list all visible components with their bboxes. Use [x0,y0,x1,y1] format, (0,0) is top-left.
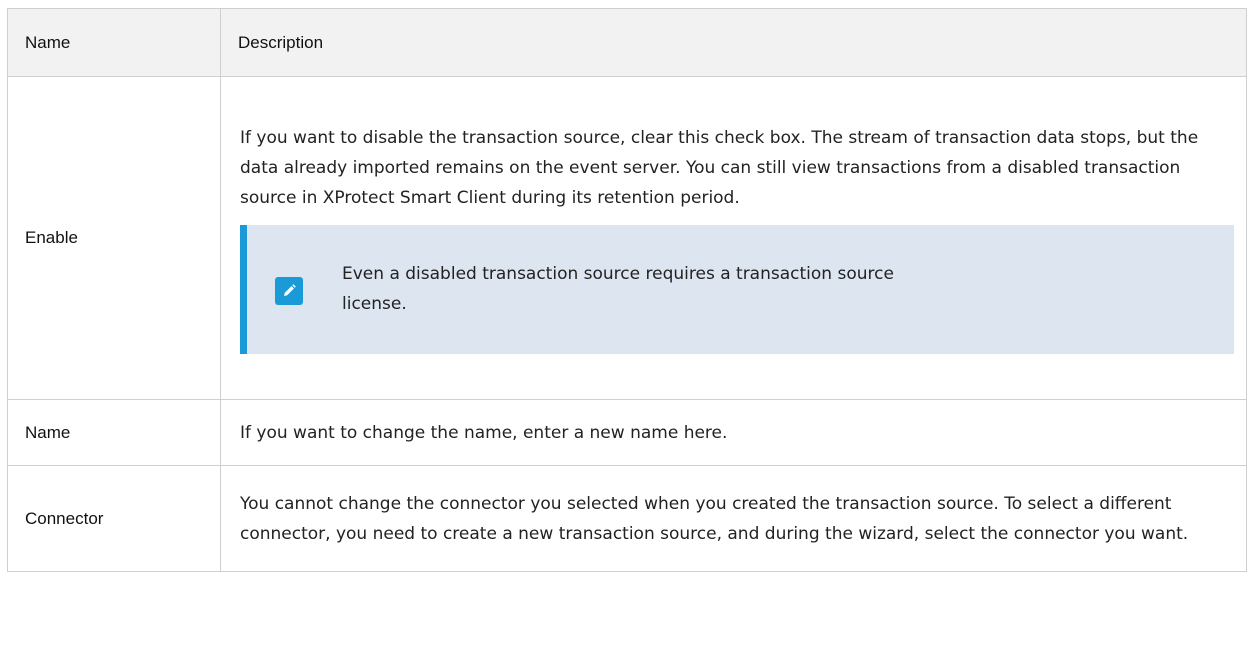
table-row: Connector You cannot change the connecto… [7,465,1247,572]
note-text: Even a disabled transaction source requi… [342,264,894,314]
property-description-connector: You cannot change the connector you sele… [220,465,1247,572]
property-name-connector: Connector [7,465,221,572]
column-header-description: Description [220,8,1247,77]
property-name-enable: Enable [7,76,221,400]
table-row: Enable If you want to disable the transa… [7,76,1247,400]
property-name-name: Name [7,399,221,466]
property-description-name: If you want to change the name, enter a … [220,399,1247,466]
table-row: Name If you want to change the name, ent… [7,399,1247,466]
column-header-name: Name [7,8,221,77]
pencil-icon [275,276,303,305]
table-header-row: Name Description [7,8,1247,77]
property-description-enable: If you want to disable the transaction s… [220,76,1247,400]
properties-table: Name Description Enable If you want to d… [7,8,1247,572]
description-text: If you want to disable the transaction s… [240,127,1199,208]
note-callout: Even a disabled transaction source requi… [240,224,1234,354]
